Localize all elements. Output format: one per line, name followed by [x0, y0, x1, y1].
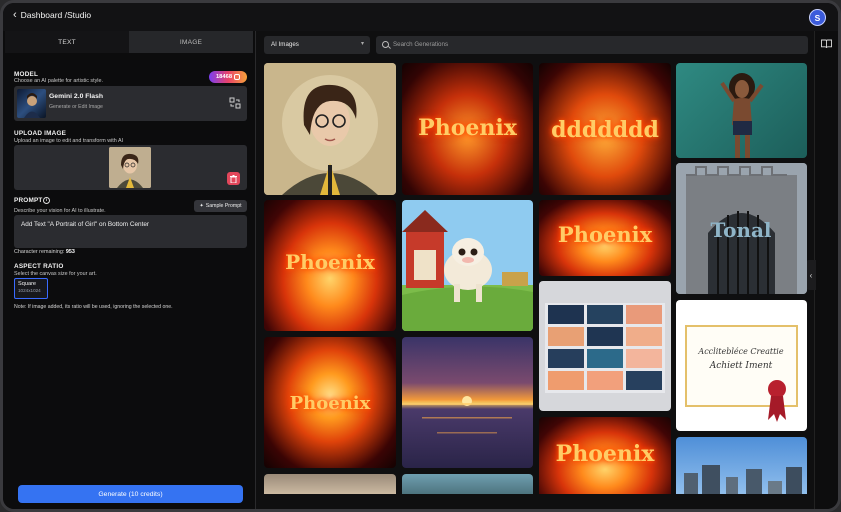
chars-value: 953: [65, 249, 75, 255]
swap-icon[interactable]: [229, 97, 241, 109]
aspect-option-name: Square: [18, 281, 37, 287]
character-counter: Character remaining: 953: [14, 249, 75, 255]
credits-count: 18468: [215, 74, 233, 80]
gallery-item[interactable]: Phoenix: [539, 417, 671, 494]
right-rail: [814, 31, 838, 509]
gallery-item[interactable]: [402, 474, 533, 494]
chars-label: Character remaining:: [14, 249, 65, 255]
search-input[interactable]: Search Generations: [376, 36, 808, 54]
filter-select[interactable]: AI Images ▾: [264, 36, 370, 54]
upload-dropzone[interactable]: [14, 145, 247, 190]
aspect-title: ASPECT RATIO: [14, 263, 64, 270]
tile-text: Phoenix: [418, 115, 517, 141]
credits-badge[interactable]: 18468: [209, 71, 247, 83]
aspect-subtitle: Select the canvas size for your art.: [14, 271, 97, 277]
aspect-option-dims: 1024x1024: [18, 288, 41, 293]
model-name: Gemini 2.0 Flash: [49, 93, 104, 100]
prompt-subtitle: Describe your vision for AI to illustrat…: [14, 208, 106, 214]
back-breadcrumb[interactable]: ‹ Dashboard /Studio: [13, 9, 92, 21]
tile-text: Acclitebléce Creattie: [697, 347, 783, 356]
tile-text: Phoenix: [557, 222, 653, 247]
gallery-item[interactable]: ddddddd: [539, 63, 671, 195]
top-bar: ‹ Dashboard /Studio S: [3, 3, 838, 31]
generate-button[interactable]: Generate (10 credits): [18, 485, 243, 503]
gallery-item[interactable]: [264, 474, 396, 494]
gallery-item[interactable]: [402, 337, 533, 468]
sparkle-icon: ✦: [199, 203, 204, 209]
gallery-item[interactable]: [676, 63, 807, 158]
avatar[interactable]: S: [809, 9, 826, 26]
prompt-title: PROMPT: [14, 197, 43, 204]
gallery-item[interactable]: Phoenix: [264, 337, 396, 468]
book-icon[interactable]: [821, 39, 832, 48]
tab-text[interactable]: TEXT: [5, 31, 129, 53]
sample-prompt-label: Sample Prompt: [205, 203, 242, 209]
prompt-input[interactable]: Add Text "A Portrait of Girl" on Bottom …: [14, 215, 247, 248]
gallery-item[interactable]: Phoenix: [402, 63, 533, 195]
left-panel: TEXT IMAGE MODEL Choose an AI palette fo…: [3, 31, 256, 509]
aspect-note: Note: If image added, its ratio will be …: [14, 304, 173, 310]
coin-icon: [234, 74, 241, 80]
caret-down-icon: ▾: [360, 41, 364, 47]
chevron-left-icon: ‹: [13, 9, 17, 21]
tile-text: Phoenix: [289, 393, 371, 414]
search-icon: [382, 41, 389, 48]
tile-text: Phoenix: [285, 250, 375, 274]
gallery-item[interactable]: Acclitebléce Creattie Achiett Iment: [676, 300, 807, 431]
mode-tabs: TEXT IMAGE: [5, 31, 253, 53]
app-window: ‹ Dashboard /Studio S TEXT IMAGE MODEL C…: [0, 0, 841, 512]
tile-text: ddddddd: [551, 117, 659, 143]
tab-image[interactable]: IMAGE: [129, 31, 253, 53]
upload-title: UPLOAD IMAGE: [14, 130, 67, 137]
tile-text: Phoenix: [555, 441, 655, 467]
model-description: Generate or Edit Image: [49, 104, 103, 110]
search-placeholder: Search Generations: [393, 41, 449, 48]
gallery-item[interactable]: [676, 437, 807, 494]
uploaded-image-thumbnail: [109, 147, 151, 188]
gallery-toolbar: AI Images ▾ Search Generations: [256, 31, 814, 59]
info-icon[interactable]: i: [43, 197, 50, 204]
upload-subtitle: Upload an image to edit and transform wi…: [14, 138, 124, 144]
sample-prompt-button[interactable]: ✦ Sample Prompt: [194, 200, 247, 212]
model-title: MODEL: [14, 71, 39, 78]
model-selector[interactable]: Gemini 2.0 Flash Generate or Edit Image: [14, 86, 247, 121]
gallery-item[interactable]: Phoenix: [539, 200, 671, 276]
gallery-item[interactable]: [264, 63, 396, 195]
model-thumbnail: [17, 89, 46, 118]
breadcrumb-text: Dashboard /Studio: [20, 10, 92, 20]
gallery-item[interactable]: Phoenix: [264, 200, 396, 331]
generations-gallery: Phoenix Phoenix Phoenix ddddddd Phoenix …: [256, 59, 814, 494]
gallery-item[interactable]: Tonal: [676, 163, 807, 294]
gallery-item[interactable]: [539, 281, 671, 411]
gallery-item[interactable]: [402, 200, 533, 331]
model-subtitle: Choose an AI palette for artistic style.: [14, 78, 103, 84]
trash-icon[interactable]: [227, 172, 240, 185]
aspect-option-square[interactable]: Square 1024x1024: [14, 278, 48, 299]
tile-text: Tonal: [710, 218, 771, 242]
filter-value: AI Images: [271, 41, 299, 48]
tile-text: Achiett Iment: [709, 361, 773, 371]
